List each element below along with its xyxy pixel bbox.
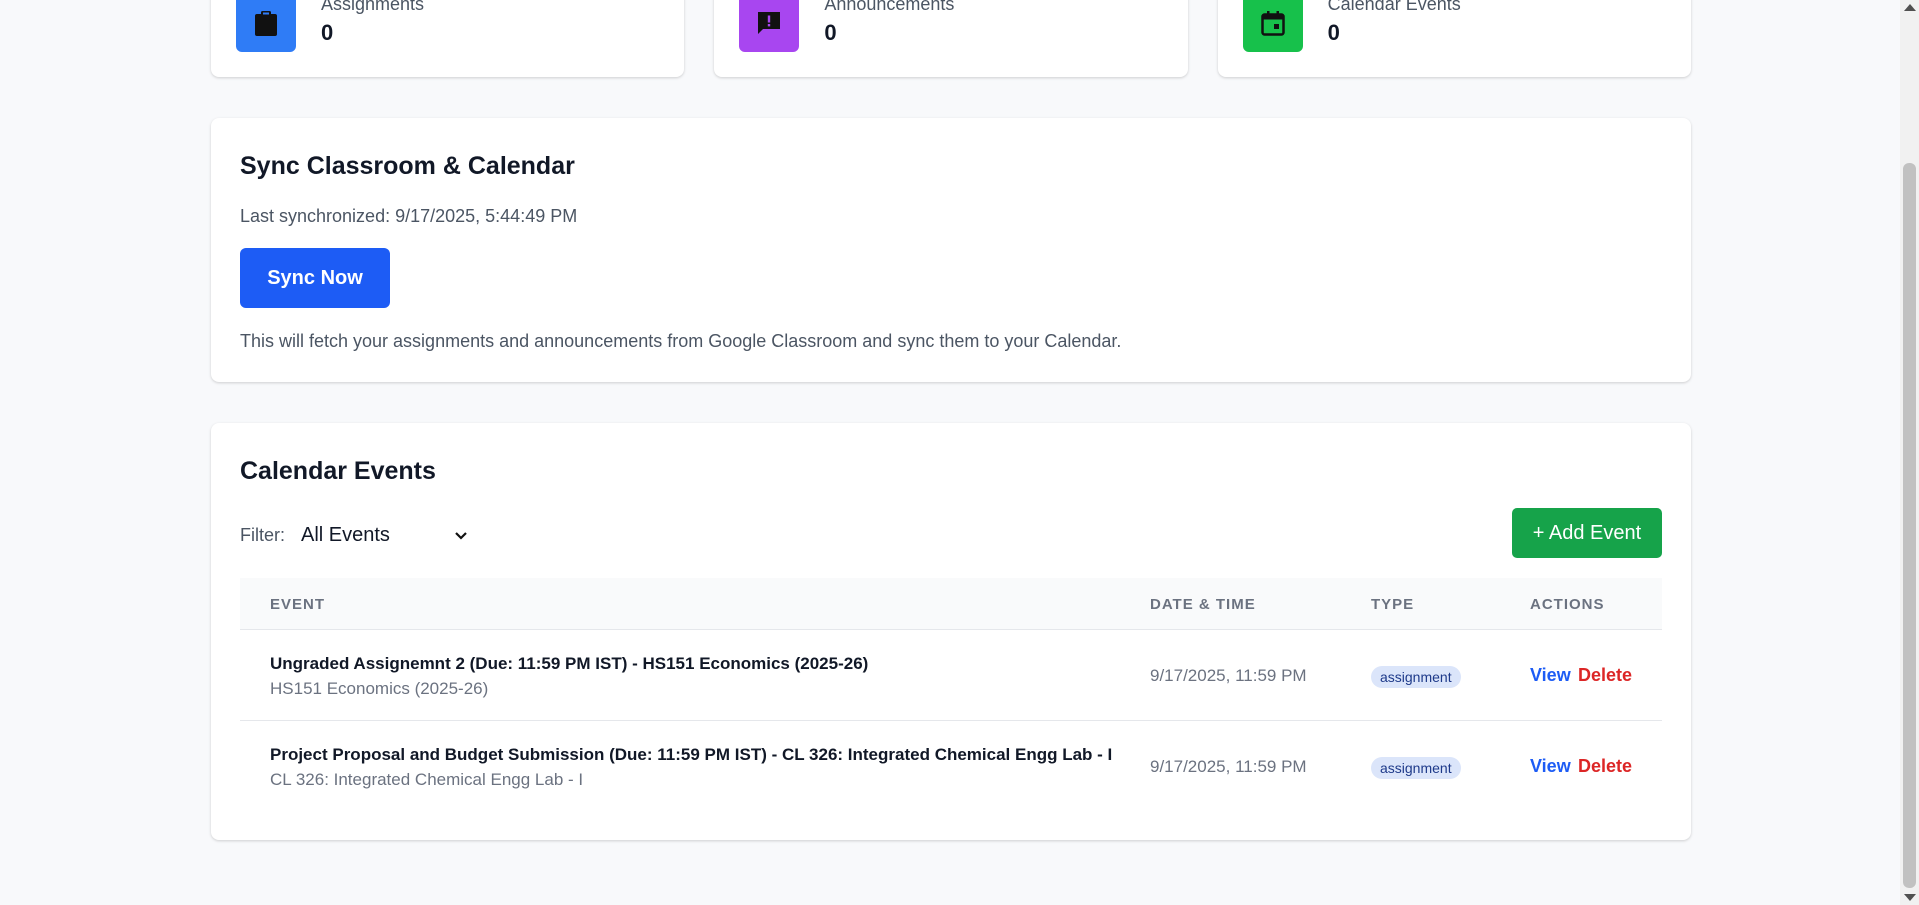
delete-link[interactable]: Delete [1578, 756, 1632, 777]
events-table: EVENT DATE & TIME TYPE ACTIONS Ungraded … [240, 578, 1662, 811]
scroll-down-arrow-icon[interactable] [1904, 894, 1916, 901]
table-row: Ungraded Assignemnt 2 (Due: 11:59 PM IST… [240, 630, 1662, 721]
calendar-icon [1242, 0, 1303, 52]
clipboard-icon [236, 0, 296, 52]
event-type-badge: assignment [1371, 666, 1461, 688]
column-header-type: TYPE [1371, 596, 1415, 613]
filter-selected-value: All Events [301, 523, 390, 546]
stat-value: 0 [321, 20, 334, 45]
event-title: Ungraded Assignemnt 2 (Due: 11:59 PM IST… [270, 654, 869, 673]
scroll-thumb[interactable] [1903, 163, 1916, 888]
sync-title: Sync Classroom & Calendar [240, 152, 575, 180]
stat-label: Assignments [321, 0, 425, 14]
view-link[interactable]: View [1530, 756, 1571, 777]
stat-value: 0 [824, 20, 837, 45]
chevron-down-icon [454, 524, 468, 547]
add-event-button[interactable]: + Add Event [1512, 508, 1662, 558]
vertical-scrollbar[interactable] [1900, 0, 1919, 905]
table-header: EVENT DATE & TIME TYPE ACTIONS [240, 578, 1662, 630]
last-synced-text: Last synchronized: 9/17/2025, 5:44:49 PM [240, 206, 578, 226]
table-row: Project Proposal and Budget Submission (… [240, 721, 1662, 811]
event-title: Project Proposal and Budget Submission (… [270, 745, 1113, 764]
filter-label: Filter: [240, 525, 285, 545]
sync-panel: Sync Classroom & Calendar Last synchroni… [211, 118, 1691, 382]
stats-row: Assignments 0 Announcements 0 Calendar E… [211, 0, 1691, 77]
stat-label: Calendar Events [1327, 0, 1461, 14]
event-datetime: 9/17/2025, 11:59 PM [1150, 666, 1307, 685]
column-header-actions: ACTIONS [1530, 596, 1605, 613]
calendar-events-panel: Calendar Events Filter: All Events + Add… [211, 423, 1691, 840]
dashboard-page: Assignments 0 Announcements 0 Calendar E… [0, 0, 1900, 905]
stat-value: 0 [1327, 20, 1340, 45]
delete-link[interactable]: Delete [1578, 665, 1632, 686]
filter-select[interactable]: All Events [297, 518, 472, 552]
event-course: CL 326: Integrated Chemical Engg Lab - I [270, 770, 584, 789]
chat-alert-icon [739, 0, 800, 52]
event-type-badge: assignment [1371, 757, 1461, 779]
event-datetime: 9/17/2025, 11:59 PM [1150, 757, 1307, 776]
stat-label: Announcements [824, 0, 955, 14]
sync-now-button[interactable]: Sync Now [240, 248, 390, 308]
events-title: Calendar Events [240, 457, 436, 485]
view-link[interactable]: View [1530, 665, 1571, 686]
column-header-event: EVENT [270, 596, 326, 613]
event-course: HS151 Economics (2025-26) [270, 679, 489, 698]
scroll-up-arrow-icon[interactable] [1904, 4, 1916, 11]
stat-card-announcements: Announcements 0 [714, 0, 1188, 77]
column-header-date: DATE & TIME [1150, 596, 1256, 613]
stat-card-assignments: Assignments 0 [211, 0, 685, 77]
stat-card-calendar-events: Calendar Events 0 [1217, 0, 1691, 77]
sync-description: This will fetch your assignments and ann… [240, 331, 1122, 351]
